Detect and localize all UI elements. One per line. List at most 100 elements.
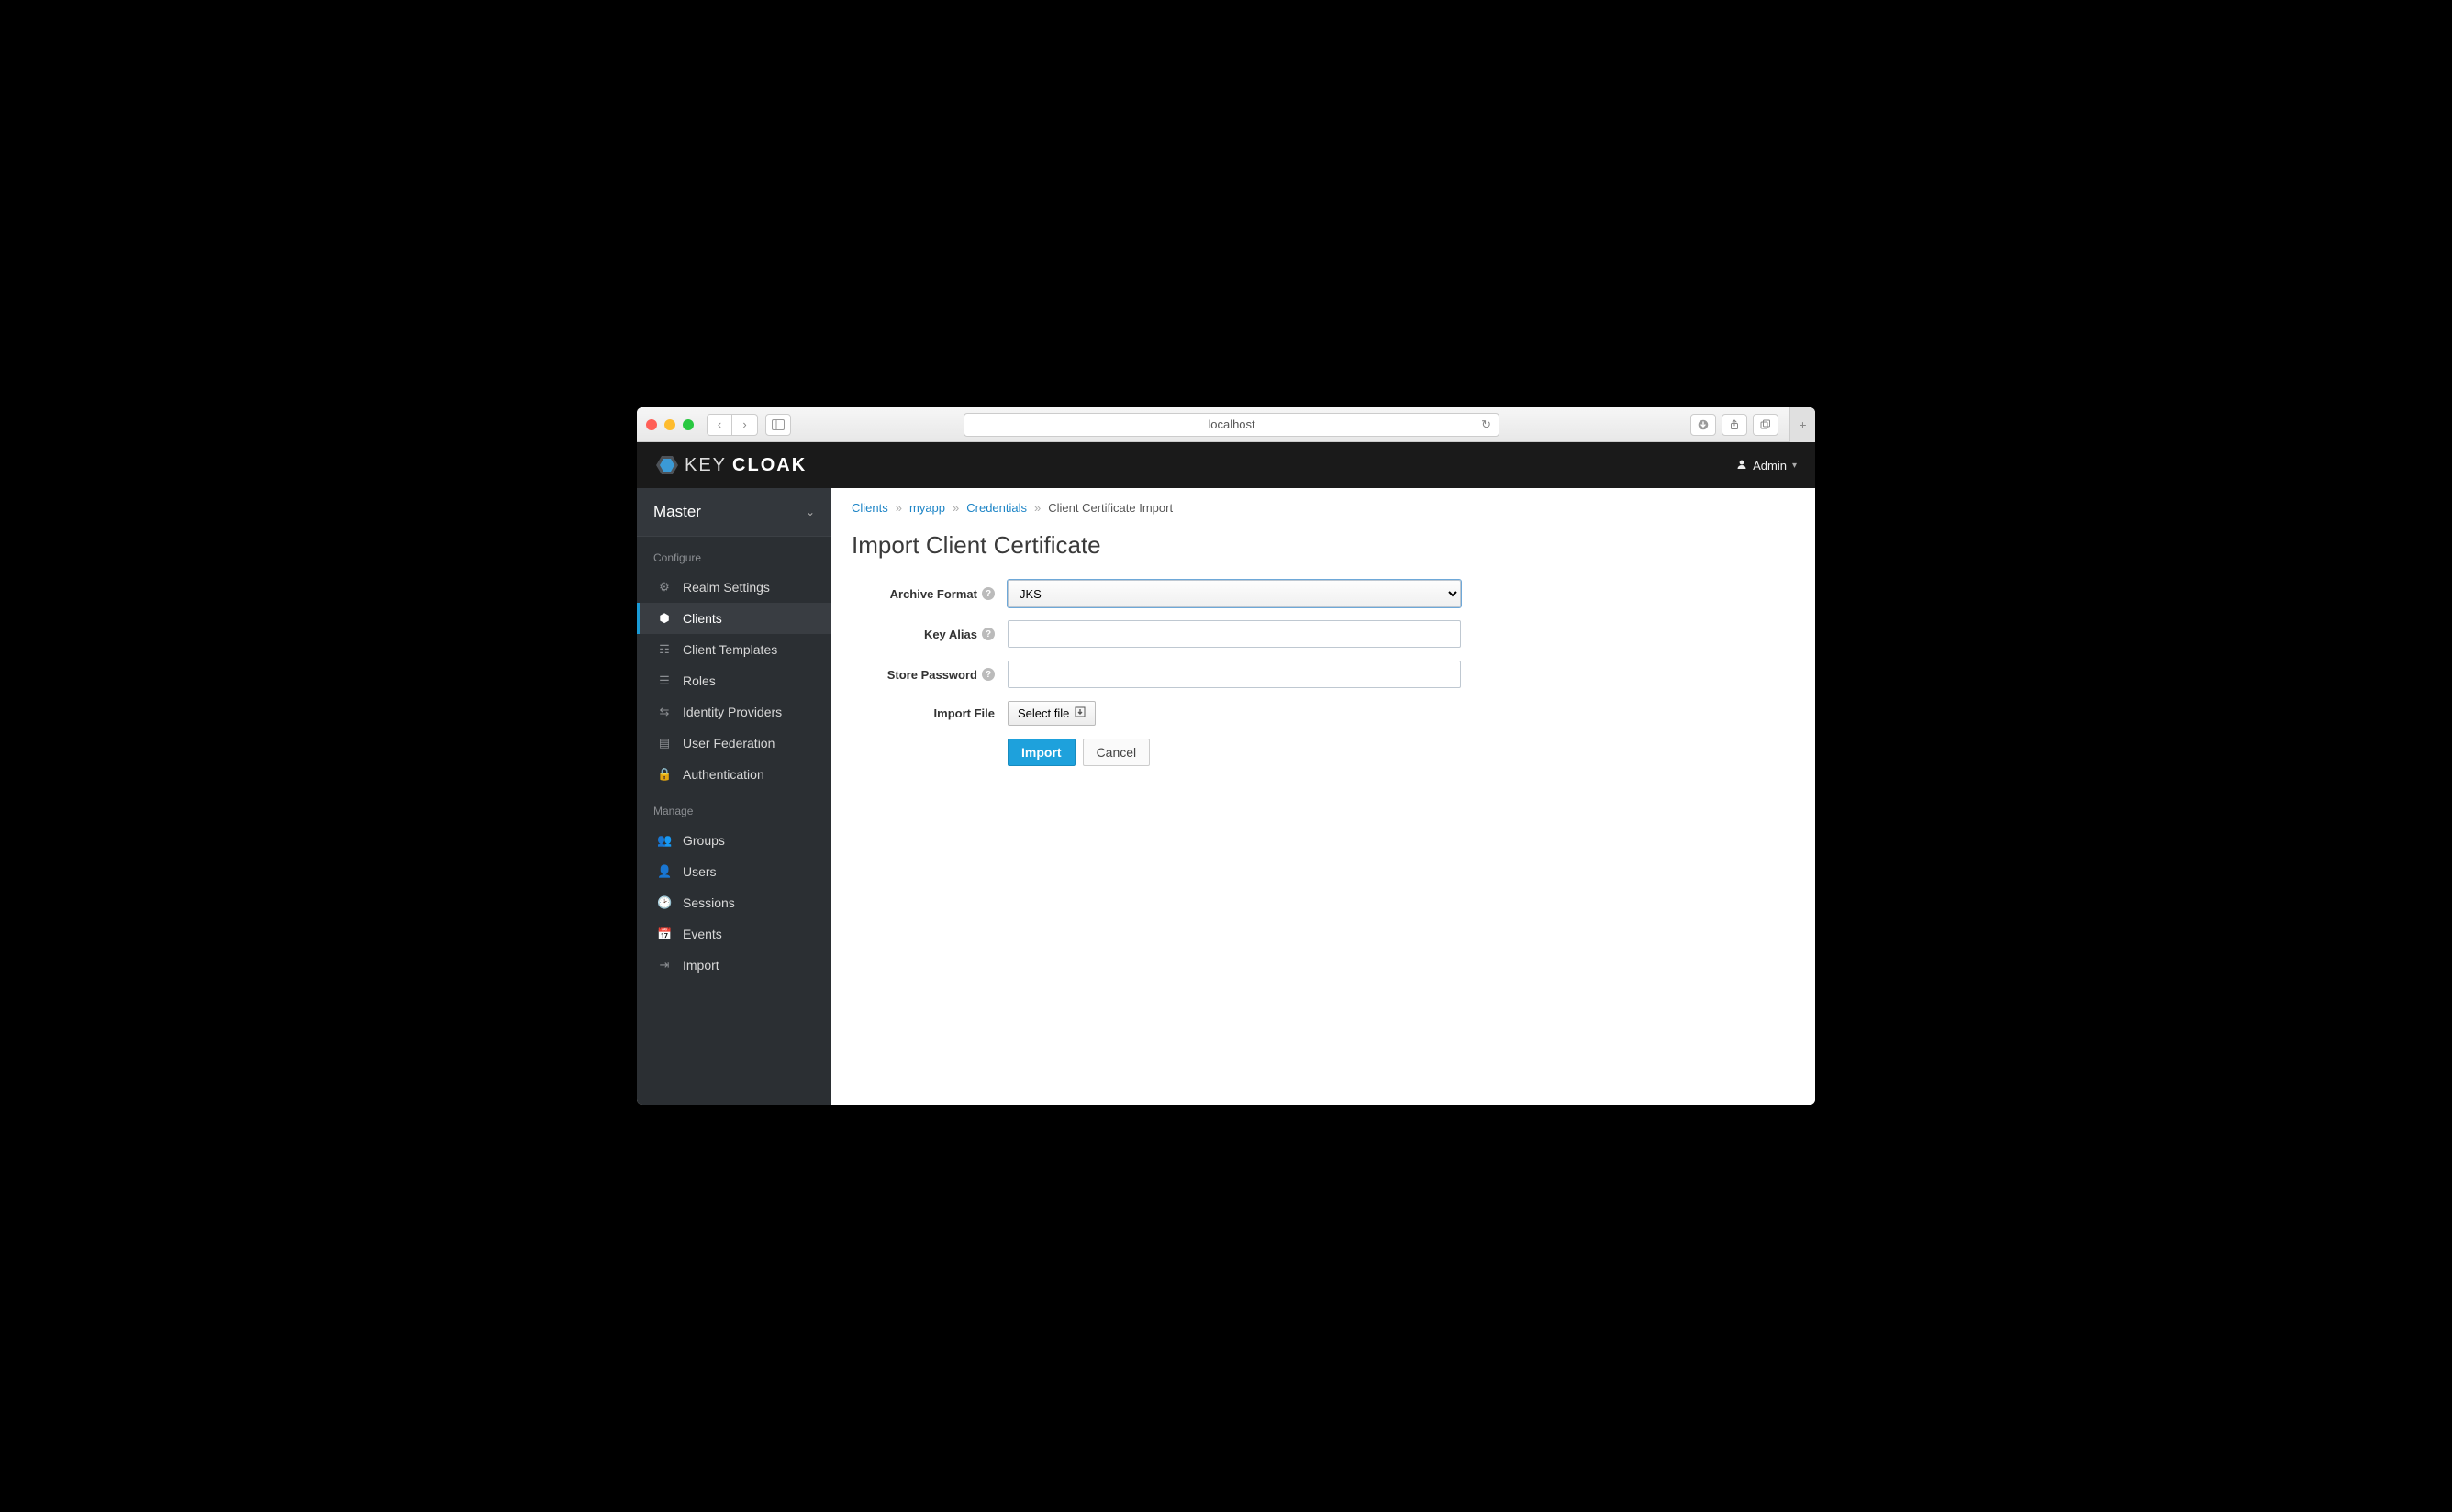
keycloak-logo-icon	[655, 453, 679, 477]
row-archive-format: Archive Format ? JKS	[852, 580, 1795, 607]
user-menu[interactable]: Admin ▾	[1736, 459, 1797, 472]
select-file-label: Select file	[1018, 706, 1069, 720]
brand-text-a: KEY	[685, 455, 727, 476]
breadcrumb-link-clients[interactable]: Clients	[852, 501, 888, 515]
reload-icon[interactable]: ↻	[1481, 417, 1491, 432]
exchange-icon: ⇆	[657, 705, 672, 719]
download-icon	[1075, 706, 1086, 720]
list-icon: ☰	[657, 673, 672, 688]
sidebar-section-manage: Manage	[637, 790, 831, 825]
sidebar-item-label: Events	[683, 927, 722, 941]
main-content: Clients » myapp » Credentials » Client C…	[831, 488, 1815, 1105]
sidebar-item-import[interactable]: ⇥ Import	[637, 950, 831, 981]
row-store-password: Store Password ?	[852, 661, 1795, 688]
user-icon	[1736, 459, 1747, 472]
calendar-icon: 📅	[657, 927, 672, 941]
help-icon[interactable]: ?	[982, 587, 995, 600]
user-name: Admin	[1753, 459, 1787, 472]
row-key-alias: Key Alias ?	[852, 620, 1795, 648]
breadcrumb-separator: »	[896, 501, 902, 515]
sidebar-item-label: Groups	[683, 833, 725, 848]
breadcrumb-link-myapp[interactable]: myapp	[909, 501, 945, 515]
sidebar-item-identity-providers[interactable]: ⇆ Identity Providers	[637, 696, 831, 728]
database-icon: ▤	[657, 736, 672, 750]
row-import-file: Import File Select file	[852, 701, 1795, 726]
address-bar[interactable]: localhost ↻	[964, 413, 1499, 437]
sidebar-item-label: Sessions	[683, 895, 735, 910]
label-import-file: Import File	[934, 706, 995, 720]
store-password-input[interactable]	[1008, 661, 1461, 688]
sidebar-item-events[interactable]: 📅 Events	[637, 918, 831, 950]
sidebar-item-label: Identity Providers	[683, 705, 782, 719]
cube-icon: ⬢	[657, 611, 672, 626]
sidebar-item-user-federation[interactable]: ▤ User Federation	[637, 728, 831, 759]
sidebar-item-clients[interactable]: ⬢ Clients	[637, 603, 831, 634]
breadcrumb-current: Client Certificate Import	[1048, 501, 1173, 515]
sidebar-item-client-templates[interactable]: ☶ Client Templates	[637, 634, 831, 665]
app-header: KEYCLOAK Admin ▾	[637, 442, 1815, 488]
realm-name: Master	[653, 503, 701, 521]
templates-icon: ☶	[657, 642, 672, 657]
label-store-password: Store Password	[887, 668, 977, 682]
user-icon: 👤	[657, 864, 672, 879]
select-file-button[interactable]: Select file	[1008, 701, 1096, 726]
downloads-button[interactable]	[1690, 414, 1716, 436]
breadcrumb-separator: »	[953, 501, 959, 515]
sidebar-toggle-button[interactable]	[765, 414, 791, 436]
breadcrumb-link-credentials[interactable]: Credentials	[966, 501, 1027, 515]
sidebar-item-label: User Federation	[683, 736, 775, 750]
sidebar-item-sessions[interactable]: 🕑 Sessions	[637, 887, 831, 918]
sidebar-item-authentication[interactable]: 🔒 Authentication	[637, 759, 831, 790]
chevron-down-icon: ▾	[1792, 461, 1797, 471]
address-text: localhost	[1208, 417, 1254, 431]
label-key-alias: Key Alias	[924, 628, 977, 641]
new-tab-button[interactable]: +	[1789, 407, 1815, 442]
nav-history: ‹ ›	[707, 414, 758, 436]
sidebar-item-users[interactable]: 👤 Users	[637, 856, 831, 887]
help-icon[interactable]: ?	[982, 668, 995, 681]
app: KEYCLOAK Admin ▾ Master ⌄ Configure ⚙	[637, 442, 1815, 1105]
clock-icon: 🕑	[657, 895, 672, 910]
sidebar-item-label: Users	[683, 864, 717, 879]
cancel-button[interactable]: Cancel	[1083, 739, 1151, 766]
label-archive-format: Archive Format	[890, 587, 977, 601]
import-icon: ⇥	[657, 958, 672, 973]
minimize-window-button[interactable]	[664, 419, 675, 430]
tabs-button[interactable]	[1753, 414, 1778, 436]
lock-icon: 🔒	[657, 767, 672, 782]
sidebar-item-label: Client Templates	[683, 642, 777, 657]
back-button[interactable]: ‹	[707, 414, 732, 436]
brand[interactable]: KEYCLOAK	[655, 453, 807, 477]
sidebar-item-groups[interactable]: 👥 Groups	[637, 825, 831, 856]
window-controls	[646, 419, 694, 430]
form-actions: Import Cancel	[1008, 739, 1795, 766]
brand-text-b: CLOAK	[732, 455, 807, 476]
browser-chrome: ‹ › localhost ↻ +	[637, 407, 1815, 442]
import-button[interactable]: Import	[1008, 739, 1076, 766]
sidebar-item-roles[interactable]: ☰ Roles	[637, 665, 831, 696]
breadcrumb: Clients » myapp » Credentials » Client C…	[852, 501, 1795, 515]
chrome-right	[1690, 414, 1778, 436]
browser-window: ‹ › localhost ↻ +	[637, 407, 1815, 1105]
group-icon: 👥	[657, 833, 672, 848]
sidebar-item-label: Import	[683, 958, 719, 973]
sidebar-item-label: Roles	[683, 673, 716, 688]
sliders-icon: ⚙	[657, 580, 672, 595]
breadcrumb-separator: »	[1034, 501, 1041, 515]
archive-format-select[interactable]: JKS	[1008, 580, 1461, 607]
realm-selector[interactable]: Master ⌄	[637, 488, 831, 537]
share-button[interactable]	[1722, 414, 1747, 436]
zoom-window-button[interactable]	[683, 419, 694, 430]
sidebar-item-label: Realm Settings	[683, 580, 770, 595]
help-icon[interactable]: ?	[982, 628, 995, 640]
sidebar: Master ⌄ Configure ⚙ Realm Settings ⬢ Cl…	[637, 488, 831, 1105]
sidebar-item-label: Clients	[683, 611, 722, 626]
key-alias-input[interactable]	[1008, 620, 1461, 648]
app-body: Master ⌄ Configure ⚙ Realm Settings ⬢ Cl…	[637, 488, 1815, 1105]
sidebar-item-label: Authentication	[683, 767, 764, 782]
sidebar-item-realm-settings[interactable]: ⚙ Realm Settings	[637, 572, 831, 603]
chevron-down-icon: ⌄	[806, 506, 815, 518]
forward-button[interactable]: ›	[732, 414, 758, 436]
close-window-button[interactable]	[646, 419, 657, 430]
page-title: Import Client Certificate	[852, 531, 1795, 560]
